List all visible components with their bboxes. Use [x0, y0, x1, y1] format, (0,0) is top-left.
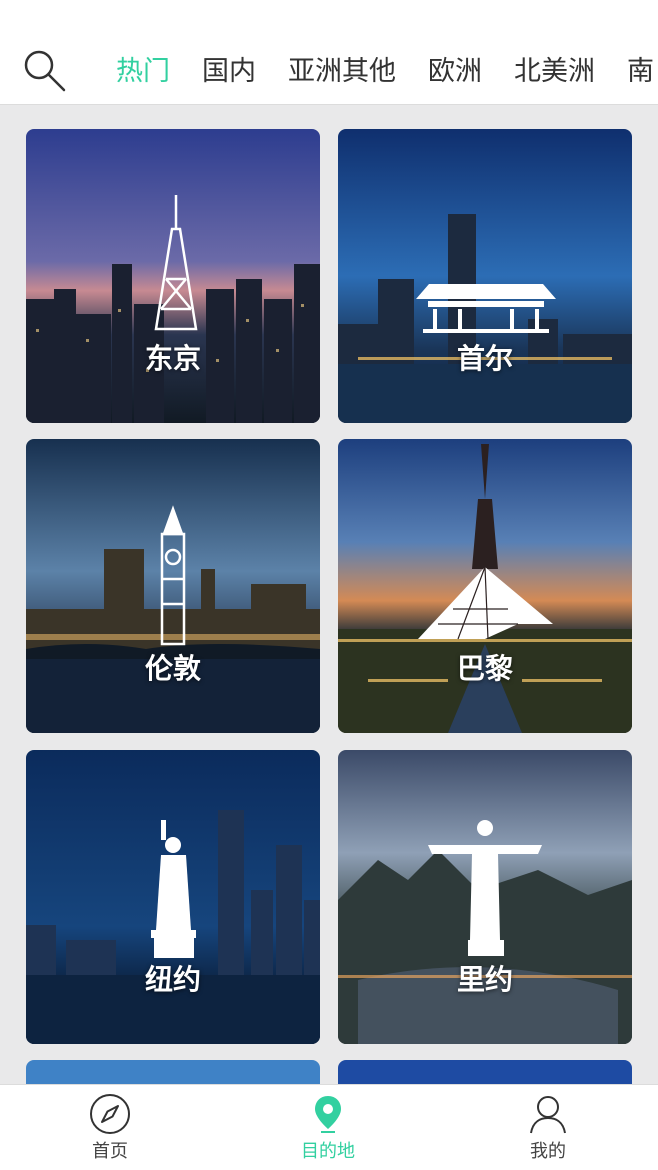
tab-europe[interactable]: 欧洲 [428, 48, 482, 96]
bottom-nav-bar: 首页 目的地 我的 [0, 1084, 658, 1170]
destination-card-new-york[interactable]: 纽约 [26, 750, 320, 1044]
destination-card-partial[interactable] [338, 1060, 632, 1084]
destination-grid: 东京 首尔 伦敦 巴黎 纽约 里约 [26, 129, 632, 1084]
nav-label: 我的 [530, 1141, 566, 1162]
tokyo-city-image [26, 129, 320, 423]
destination-label: 首尔 [456, 342, 513, 375]
destination-label: 巴黎 [456, 652, 513, 685]
tab-south-partial[interactable]: 南 [627, 48, 654, 96]
seoul-city-image [338, 129, 632, 423]
destination-card-london[interactable]: 伦敦 [26, 439, 320, 733]
location-pin-icon [315, 1096, 341, 1133]
destination-card-paris[interactable]: 巴黎 [338, 439, 632, 733]
destination-label: 东京 [144, 342, 201, 375]
compass-icon [90, 1094, 130, 1134]
destination-label: 里约 [456, 963, 513, 996]
nav-destinations[interactable]: 目的地 [268, 1085, 388, 1170]
top-bar: 热门 国内 亚洲其他 欧洲 北美洲 南 [0, 0, 658, 105]
destination-label: 伦敦 [144, 652, 201, 685]
tab-other-asia[interactable]: 亚洲其他 [288, 48, 396, 96]
paris-city-image [338, 439, 632, 733]
nav-profile[interactable]: 我的 [488, 1085, 608, 1170]
partial-city-image [26, 1060, 320, 1084]
destination-card-seoul[interactable]: 首尔 [338, 129, 632, 423]
nav-label: 目的地 [301, 1141, 355, 1162]
london-city-image [26, 439, 320, 733]
destination-card-tokyo[interactable]: 东京 [26, 129, 320, 423]
rio-city-image [338, 750, 632, 1044]
tab-hot[interactable]: 热门 [116, 48, 170, 96]
user-icon [530, 1096, 566, 1134]
destination-label: 纽约 [144, 963, 201, 996]
search-icon [24, 50, 66, 92]
tab-north-america[interactable]: 北美洲 [514, 48, 595, 96]
nav-label: 首页 [92, 1141, 128, 1162]
nav-home[interactable]: 首页 [50, 1085, 170, 1170]
category-tabs: 热门 国内 亚洲其他 欧洲 北美洲 南 [116, 48, 658, 96]
destination-card-rio[interactable]: 里约 [338, 750, 632, 1044]
partial-city-image [338, 1060, 632, 1084]
tab-domestic[interactable]: 国内 [202, 48, 256, 96]
new-york-city-image [26, 750, 320, 1044]
search-button[interactable] [22, 48, 70, 96]
destination-card-partial[interactable] [26, 1060, 320, 1084]
